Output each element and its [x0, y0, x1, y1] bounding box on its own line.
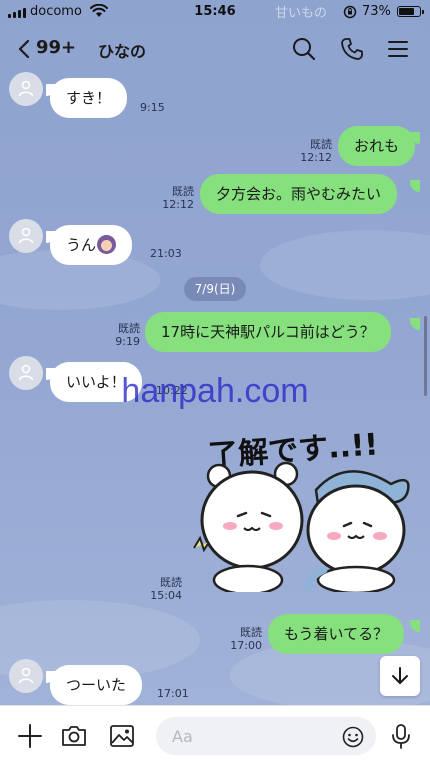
sticker-character-left	[193, 461, 304, 592]
outgoing-message[interactable]: もう着いてる？	[268, 614, 405, 654]
avatar[interactable]	[9, 72, 43, 106]
message-time: 9:15	[140, 101, 165, 114]
message-input-bar	[0, 705, 430, 765]
arrow-down-icon	[392, 667, 408, 684]
emoji-icon[interactable]	[342, 726, 364, 748]
read-receipt: 既読	[118, 322, 140, 335]
date-separator: 7/9(日)	[184, 277, 246, 301]
background-cloud	[260, 230, 430, 300]
plus-icon[interactable]	[16, 722, 44, 750]
watermark: hanpah.com	[121, 372, 309, 410]
rotation-lock-icon	[343, 5, 357, 19]
scroll-to-bottom-button[interactable]	[380, 656, 420, 696]
bubble-tail	[410, 620, 420, 632]
read-receipt: 既読	[240, 626, 262, 639]
chat-header: 99+ ひなの	[0, 30, 430, 68]
battery-icon	[397, 6, 424, 17]
read-receipt: 既読	[172, 185, 194, 198]
message-time: 9:19	[115, 335, 140, 348]
sticker-image[interactable]: 了解です..!!	[186, 420, 420, 592]
search-icon[interactable]	[290, 35, 318, 63]
incoming-message[interactable]: うん	[50, 225, 133, 265]
avatar[interactable]	[9, 659, 43, 693]
read-receipt: 既読	[160, 576, 182, 589]
message-time: 17:00	[230, 639, 262, 652]
menu-icon[interactable]	[384, 35, 412, 63]
mic-icon[interactable]	[387, 722, 415, 750]
chat-screen: docomo 甘いもの 15:46 73% 99+ ひなの すき！ 9:15 既…	[0, 0, 430, 765]
bubble-tail	[410, 180, 420, 192]
outgoing-message[interactable]: 17時に天神駅パルコ前はどう？	[145, 312, 391, 352]
incoming-message[interactable]: つーいた	[50, 665, 143, 705]
avatar[interactable]	[9, 219, 43, 253]
bubble-tail	[410, 318, 420, 330]
message-time: 17:01	[157, 687, 189, 700]
woman-emoji-icon	[97, 235, 117, 254]
sticker-character-right	[304, 470, 410, 592]
unread-count[interactable]: 99+	[36, 37, 76, 58]
outgoing-message[interactable]: おれも	[338, 126, 416, 166]
outgoing-message[interactable]: 夕方会お。雨やむみたい	[200, 174, 398, 214]
scrollbar[interactable]	[424, 316, 427, 396]
message-time: 12:12	[162, 198, 194, 211]
camera-icon[interactable]	[60, 722, 88, 750]
read-receipt: 既読	[310, 138, 332, 151]
message-time: 21:03	[150, 247, 182, 260]
chat-title: ひなの	[98, 42, 147, 61]
back-icon[interactable]	[14, 38, 36, 60]
message-time: 12:12	[300, 151, 332, 164]
message-text: うん	[66, 236, 97, 254]
phone-icon[interactable]	[338, 35, 366, 63]
status-bar: docomo 甘いもの 15:46 73%	[0, 0, 430, 26]
image-icon[interactable]	[108, 722, 136, 750]
incoming-message[interactable]: すき！	[50, 78, 128, 118]
battery-percentage: 73%	[362, 4, 391, 19]
message-time: 15:04	[150, 589, 182, 602]
